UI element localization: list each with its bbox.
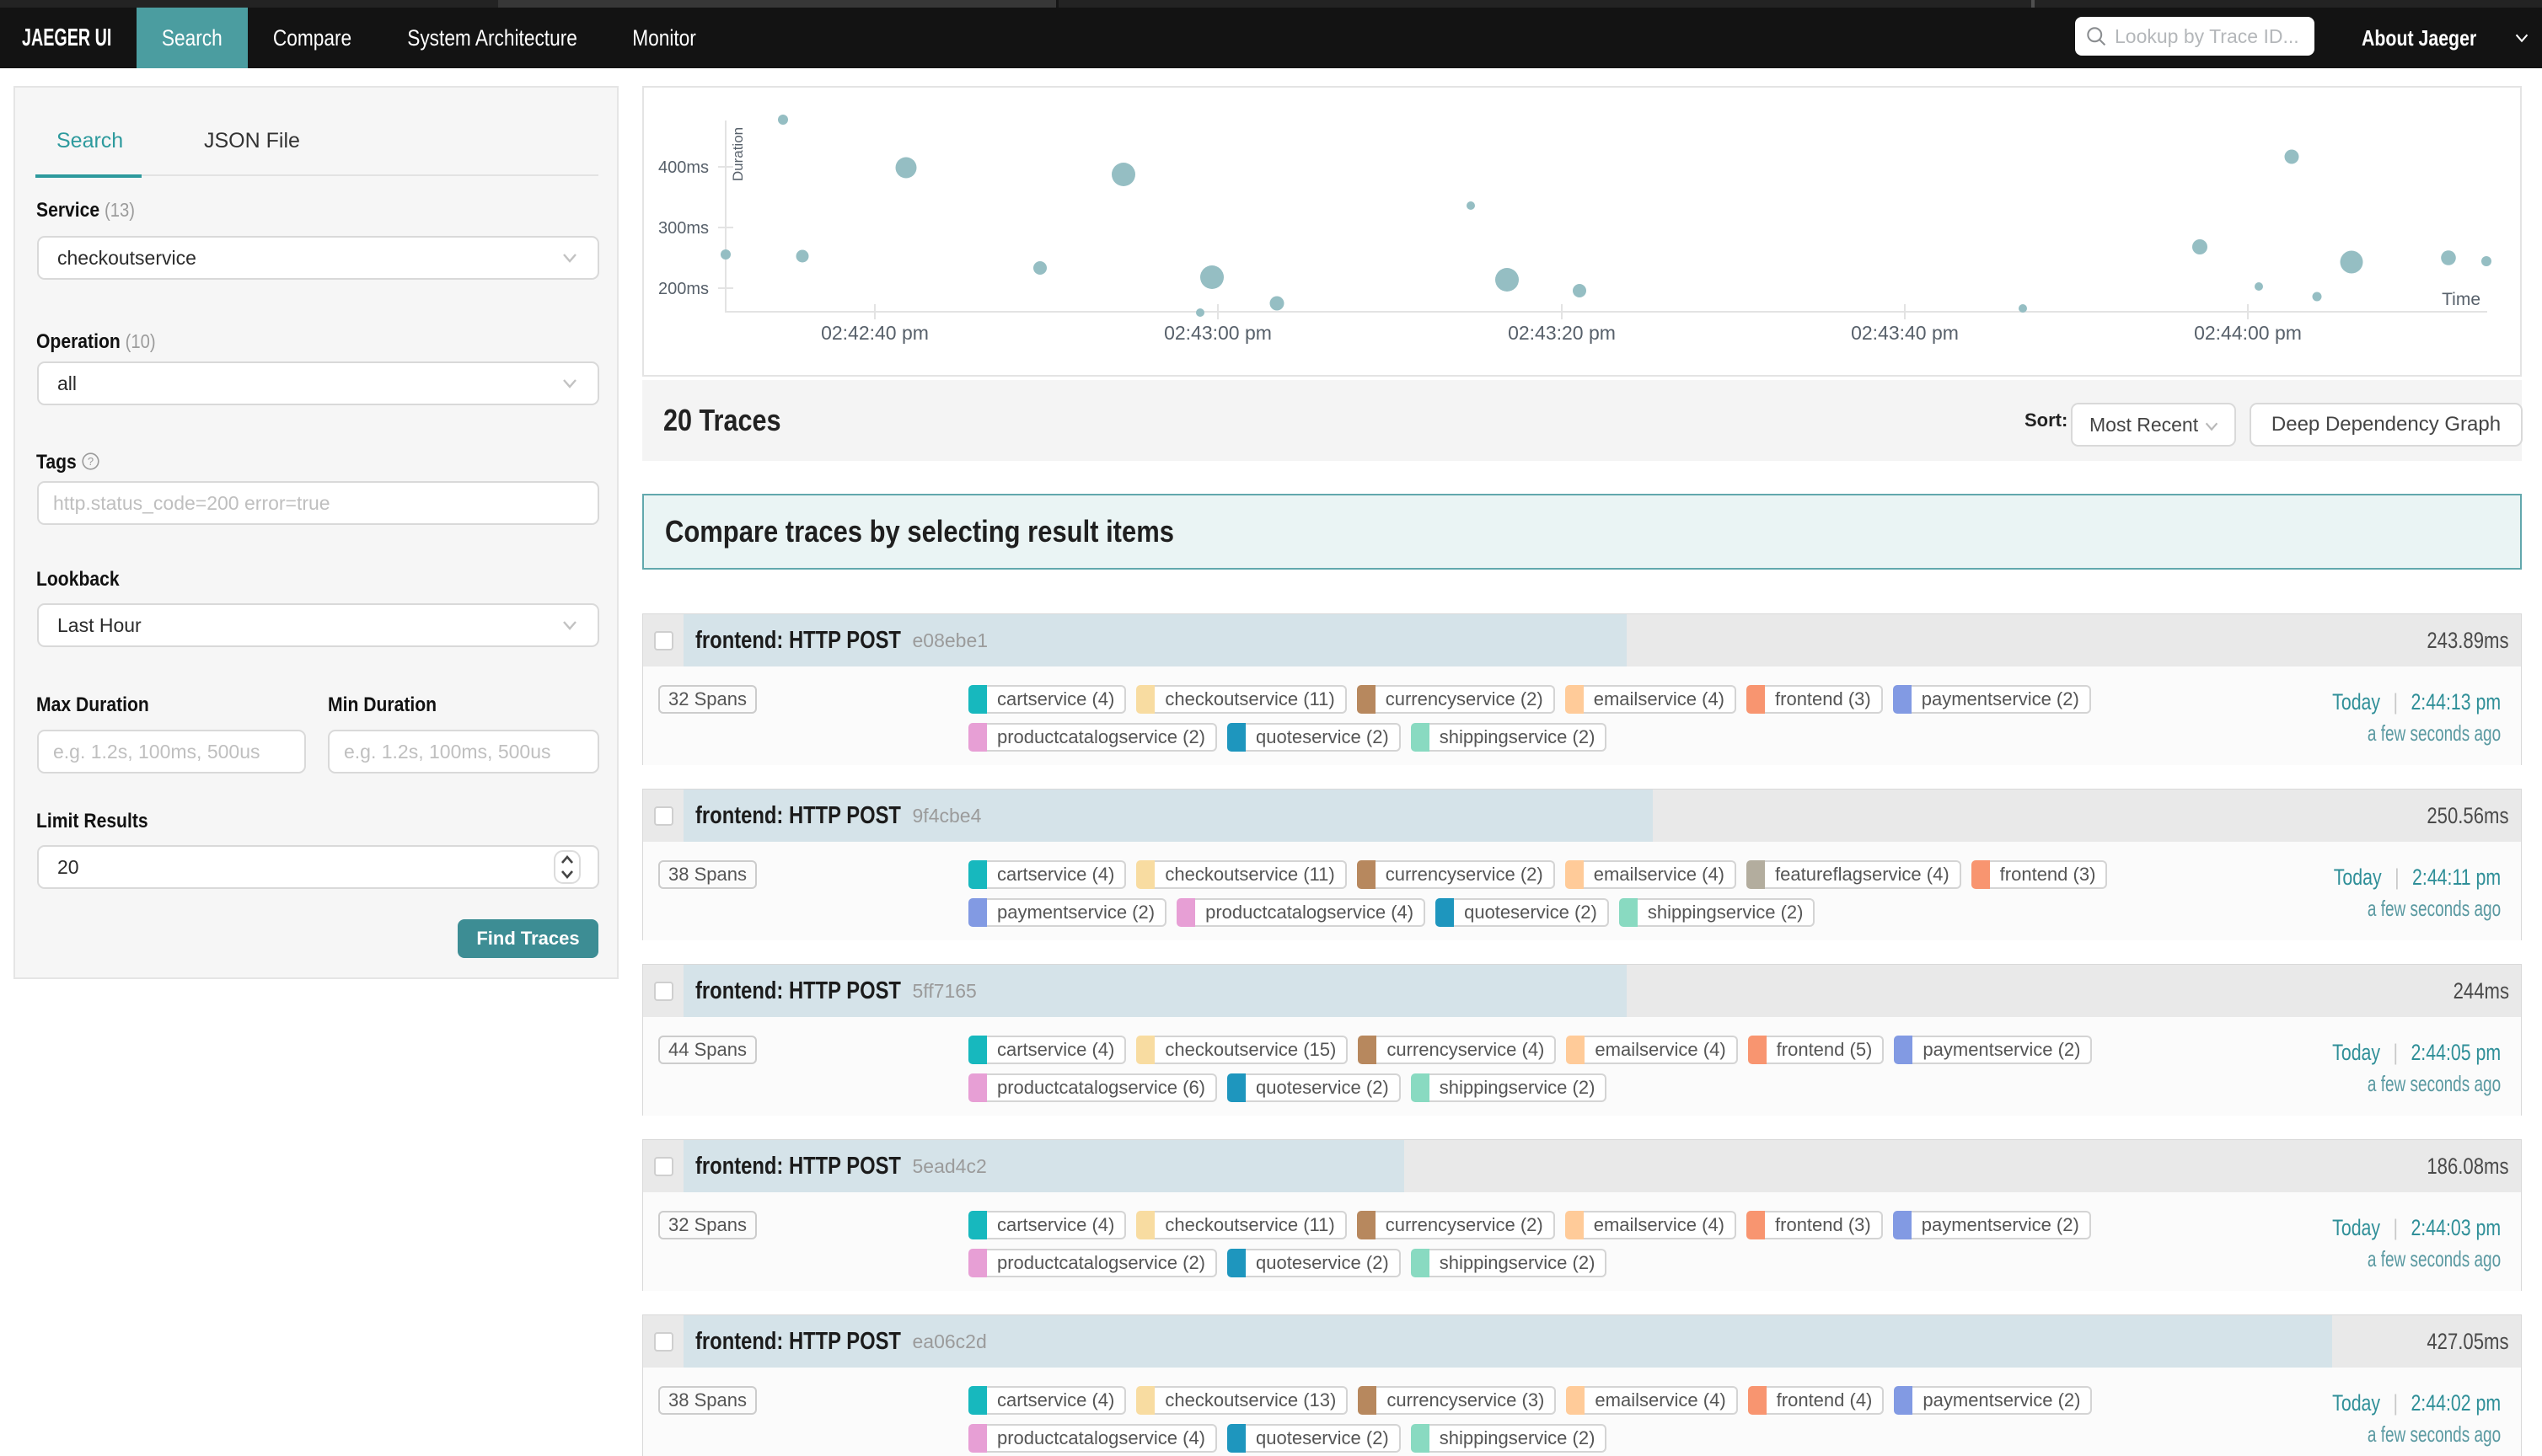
svg-text:?: ? — [88, 455, 94, 468]
svg-text:02:44:00 pm: 02:44:00 pm — [2194, 322, 2302, 344]
svg-text:Duration: Duration — [730, 127, 746, 181]
svg-text:300ms: 300ms — [658, 219, 709, 238]
svg-text:200ms: 200ms — [658, 280, 709, 298]
svg-text:02:42:40 pm: 02:42:40 pm — [821, 322, 929, 344]
svg-text:02:43:00 pm: 02:43:00 pm — [1164, 322, 1272, 344]
svg-text:Time: Time — [2442, 290, 2480, 309]
svg-text:400ms: 400ms — [658, 158, 709, 177]
svg-text:02:43:20 pm: 02:43:20 pm — [1508, 322, 1616, 344]
svg-text:02:43:40 pm: 02:43:40 pm — [1851, 322, 1959, 344]
